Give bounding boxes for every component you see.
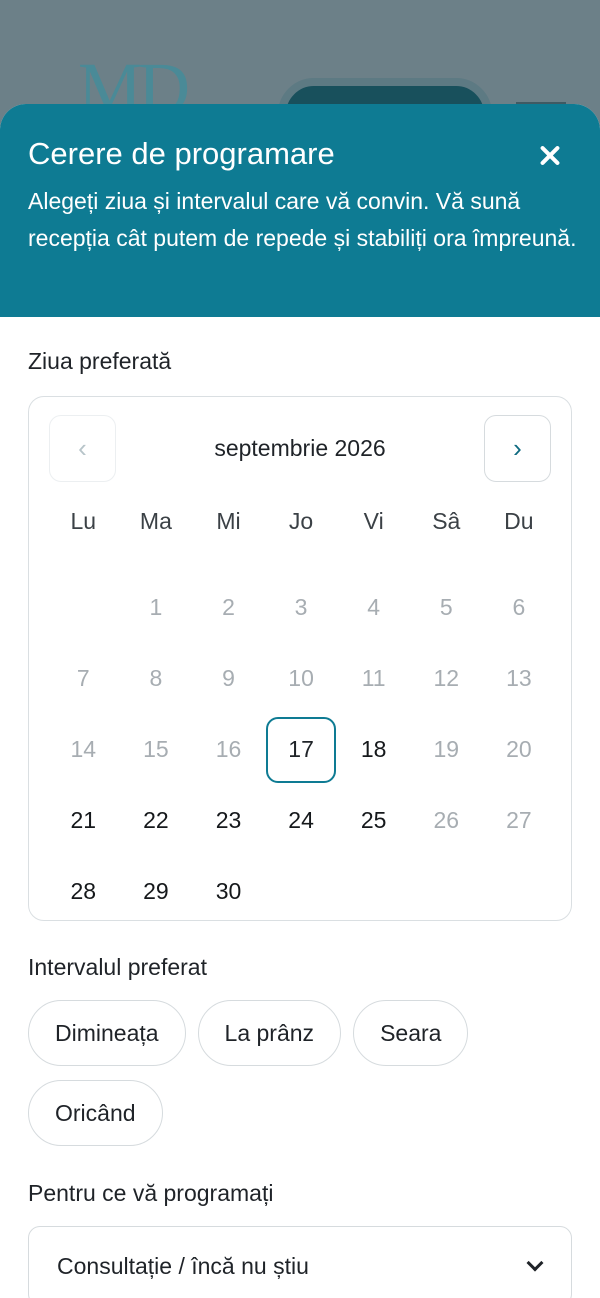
next-month-button[interactable]: › (484, 415, 551, 482)
close-icon[interactable] (536, 142, 564, 170)
calendar-day: 9 (192, 643, 265, 714)
reason-select[interactable]: Consultație / încă nu știu (28, 1226, 572, 1298)
interval-options: Dimineața La prânz Seara Oricând (28, 1000, 578, 1146)
preferred-day-label: Ziua preferată (28, 348, 172, 374)
calendar-day: 4 (337, 572, 410, 643)
calendar-blank (47, 572, 120, 643)
interval-chip[interactable]: Seara (353, 1000, 469, 1066)
calendar-day-number: 10 (288, 665, 314, 691)
calendar-day-number: 29 (143, 878, 169, 904)
weekday-header: Jo (288, 507, 314, 534)
calendar-day: 12 (410, 643, 483, 714)
calendar-day-number: 26 (433, 807, 460, 833)
calendar-day-number: 9 (222, 665, 235, 691)
calendar-day[interactable]: 22 (120, 785, 193, 856)
calendar-day-number: 8 (149, 665, 163, 691)
weekday-header: Mi (216, 507, 241, 534)
calendar-day[interactable]: 23 (192, 785, 265, 856)
calendar-day-number: 3 (294, 594, 308, 620)
calendar-day: 13 (483, 643, 556, 714)
calendar-day[interactable]: 25 (337, 785, 410, 856)
calendar-day-number: 4 (367, 594, 381, 620)
calendar-day-number: 13 (506, 665, 532, 691)
calendar-day-number: 2 (222, 594, 235, 620)
calendar-day[interactable]: 30 (192, 856, 265, 927)
preferred-interval-label: Intervalul preferat (28, 954, 207, 980)
calendar-day-number: 6 (512, 594, 526, 620)
calendar-day[interactable]: 18 (337, 714, 410, 785)
calendar-grid: Lu Ma Mi Jo Vi Sâ Du 1 2 3 4 5 6 7 8 9 10 11 12 13 14 15 16 17 1… (47, 501, 555, 927)
calendar-day-number: 24 (288, 807, 314, 833)
calendar-day: 27 (483, 785, 556, 856)
calendar-day: 2 (192, 572, 265, 643)
calendar-day: 10 (265, 643, 338, 714)
calendar-day-number: 21 (70, 807, 97, 833)
reason-select-value: Consultație / încă nu știu (57, 1252, 309, 1279)
calendar-day[interactable]: 24 (265, 785, 338, 856)
weekday-header: Sâ (432, 507, 461, 534)
calendar-day-number: 23 (215, 807, 242, 833)
calendar-day-number: 11 (361, 665, 386, 691)
calendar-day[interactable]: 29 (120, 856, 193, 927)
calendar-day-number: 22 (143, 807, 169, 833)
calendar-day-number: 27 (506, 807, 532, 833)
calendar-day[interactable]: 28 (47, 856, 120, 927)
calendar-day-number: 5 (439, 594, 453, 620)
calendar-day-number: 18 (360, 736, 387, 762)
calendar-day: 8 (120, 643, 193, 714)
interval-chip[interactable]: La prânz (197, 1000, 342, 1066)
calendar-day-number: 1 (149, 594, 163, 620)
calendar-day: 6 (483, 572, 556, 643)
reason-label: Pentru ce vă programați (28, 1180, 274, 1206)
appointment-modal: Cerere de programare Alegeți ziua și int… (0, 104, 600, 1298)
modal-title: Cerere de programare (28, 136, 335, 171)
calendar-day-number: 25 (360, 807, 387, 833)
calendar-day-number: 20 (506, 736, 532, 762)
calendar-day: 5 (410, 572, 483, 643)
weekday-header: Lu (70, 507, 97, 534)
calendar-day-number: 17 (266, 716, 337, 783)
calendar-day: 26 (410, 785, 483, 856)
calendar-day-selected[interactable]: 17 (265, 714, 338, 785)
weekday-header: Ma (139, 507, 172, 534)
calendar-day[interactable]: 21 (47, 785, 120, 856)
chevron-down-icon (526, 1254, 544, 1272)
calendar-day: 15 (120, 714, 193, 785)
calendar-day-number: 15 (143, 736, 169, 762)
calendar-day-number: 14 (70, 736, 97, 762)
calendar-day: 3 (265, 572, 338, 643)
calendar-day-number: 19 (433, 736, 460, 762)
calendar-day-number: 7 (76, 665, 90, 691)
calendar-day: 7 (47, 643, 120, 714)
interval-chip[interactable]: Dimineața (28, 1000, 186, 1066)
calendar-day: 20 (483, 714, 556, 785)
calendar-day-number: 12 (433, 665, 460, 691)
weekday-header: Vi (363, 507, 384, 534)
modal-description: Alegeți ziua și intervalul care vă convi… (28, 188, 577, 251)
weekday-header: Du (504, 507, 534, 534)
interval-chip[interactable]: Oricând (28, 1080, 163, 1146)
calendar: ‹ septembrie 2026 › Lu Ma Mi Jo Vi Sâ Du 1 2 3 4 5 6… (28, 396, 572, 921)
calendar-day: 16 (192, 714, 265, 785)
calendar-day: 19 (410, 714, 483, 785)
calendar-day-number: 16 (215, 736, 242, 762)
calendar-day-number: 30 (215, 878, 242, 904)
calendar-day-number: 28 (70, 878, 97, 904)
calendar-day: 14 (47, 714, 120, 785)
modal-header: Cerere de programare Alegeți ziua și int… (0, 104, 600, 317)
calendar-day: 1 (120, 572, 193, 643)
calendar-day: 11 (337, 643, 410, 714)
